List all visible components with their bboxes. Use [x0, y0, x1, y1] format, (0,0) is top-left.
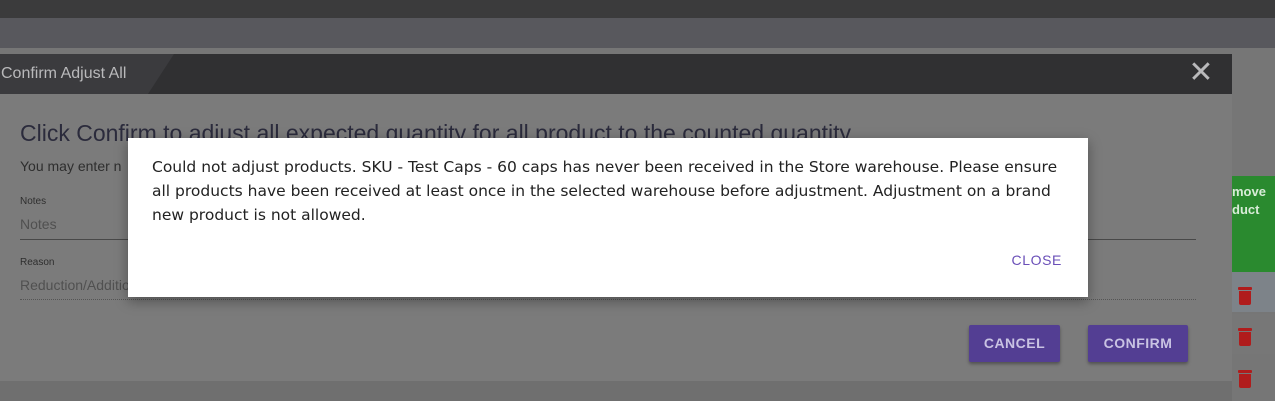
table-row — [0, 381, 1232, 401]
alert-close-button[interactable]: CLOSE — [998, 248, 1062, 272]
remove-product-header-label: move duct — [1232, 184, 1266, 217]
remove-product-column-header: move duct — [1232, 176, 1275, 272]
trash-icon[interactable] — [1238, 328, 1252, 346]
alert-message: Could not adjust products. SKU - Test Ca… — [152, 158, 1058, 224]
app-sub-bar — [0, 18, 1275, 48]
notes-field[interactable]: Notes — [20, 216, 57, 232]
dialog-subtext: You may enter n — [20, 158, 122, 174]
close-icon[interactable]: ✕ — [1188, 58, 1214, 88]
notes-label: Notes — [20, 196, 47, 207]
confirm-button[interactable]: CONFIRM — [1088, 325, 1188, 362]
trash-icon[interactable] — [1238, 287, 1252, 305]
reason-underline — [20, 299, 1196, 300]
trash-icon[interactable] — [1238, 370, 1252, 388]
dialog-header: Confirm Adjust All ✕ — [0, 54, 1232, 94]
error-alert-dialog: Could not adjust products. SKU - Test Ca… — [128, 138, 1088, 297]
dialog-title: Confirm Adjust All — [1, 65, 127, 82]
cancel-button[interactable]: CANCEL — [969, 325, 1060, 362]
reason-field[interactable]: Reduction/Additio — [20, 277, 130, 293]
reason-label: Reason — [20, 257, 55, 268]
app-top-bar — [0, 0, 1275, 18]
